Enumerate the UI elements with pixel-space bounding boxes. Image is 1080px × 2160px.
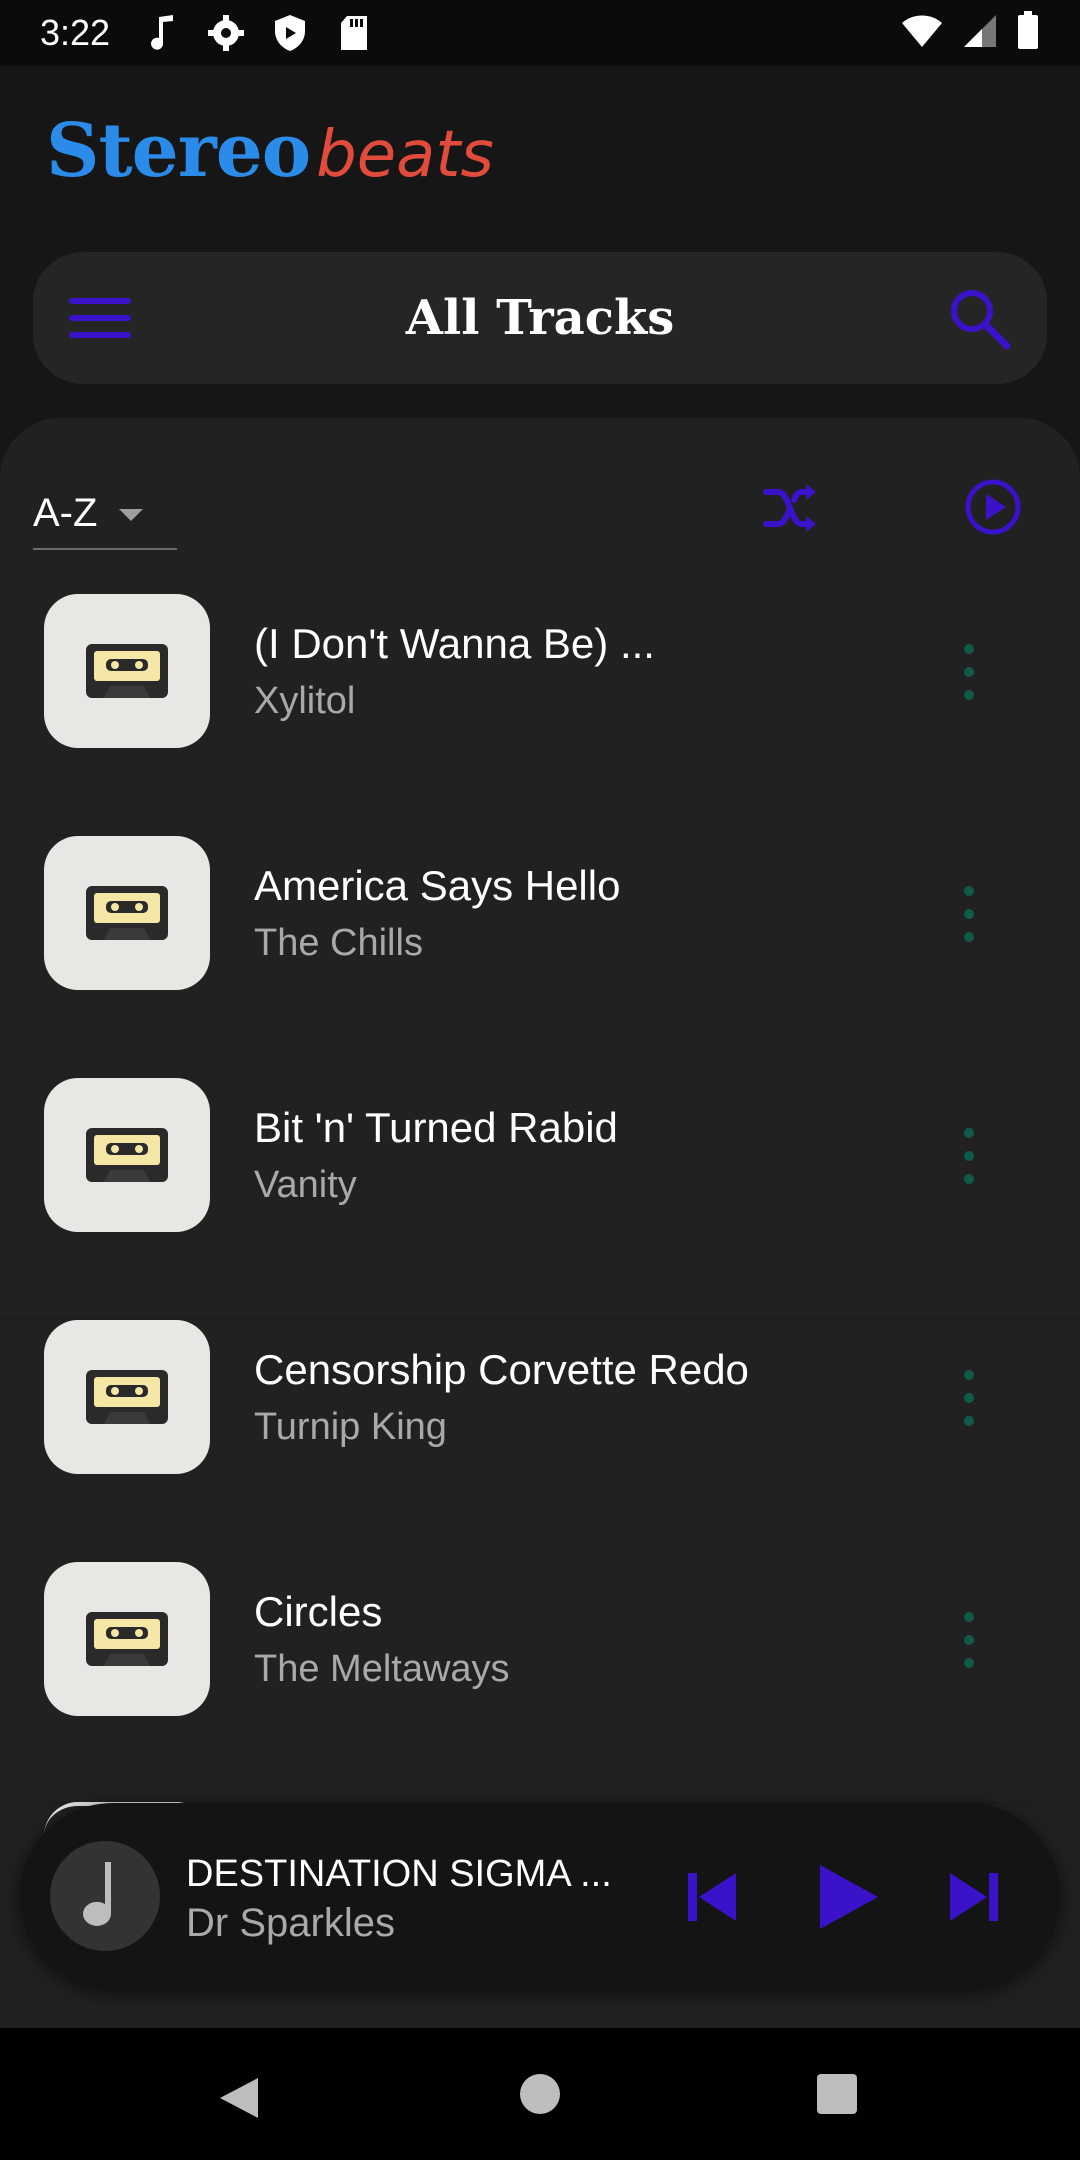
cassette-icon <box>44 1320 210 1474</box>
track-title: (I Don't Wanna Be) ... <box>254 620 655 667</box>
more-options-icon[interactable] <box>954 1128 984 1184</box>
more-options-icon[interactable] <box>954 886 984 942</box>
brand-main: Stereo <box>46 108 311 194</box>
track-artist: Turnip King <box>254 1406 447 1448</box>
cassette-icon <box>44 594 210 748</box>
skip-previous-icon[interactable] <box>680 1865 744 1929</box>
shield-icon <box>268 11 312 55</box>
chevron-down-icon <box>119 509 144 521</box>
cell-signal-icon <box>962 13 998 53</box>
skip-next-icon[interactable] <box>942 1865 1006 1929</box>
sort-dropdown[interactable]: A-Z <box>33 478 177 550</box>
track-artist: Xylitol <box>254 680 356 722</box>
track-artist: The Meltaways <box>254 1648 510 1690</box>
battery-icon <box>1016 11 1040 55</box>
track-title: Bit 'n' Turned Rabid <box>254 1104 618 1151</box>
cassette-icon <box>44 836 210 990</box>
system-nav-bar <box>0 2028 1080 2160</box>
sd-card-icon <box>332 11 376 55</box>
status-right <box>900 11 1040 55</box>
play-all-icon[interactable] <box>962 476 1024 538</box>
track-title: Circles <box>254 1588 383 1635</box>
recents-icon[interactable] <box>817 2074 857 2114</box>
track-artist: Vanity <box>254 1164 357 1206</box>
brand-sub: beats <box>316 118 494 192</box>
more-options-icon[interactable] <box>954 1612 984 1668</box>
back-icon[interactable] <box>216 2074 264 2122</box>
page-title: All Tracks <box>405 290 675 346</box>
status-bar: 3:22 <box>0 0 1080 66</box>
more-options-icon[interactable] <box>954 1370 984 1426</box>
status-time: 3:22 <box>40 12 111 53</box>
cassette-icon <box>44 1562 210 1716</box>
more-options-icon[interactable] <box>954 644 984 700</box>
track-title: America Says Hello <box>254 862 621 909</box>
music-note-icon <box>50 1841 160 1951</box>
track-row[interactable]: America Says Hello The Chills <box>0 836 1080 1078</box>
shuffle-icon[interactable] <box>760 478 820 538</box>
track-artist: The Chills <box>254 922 423 964</box>
app-logo: Stereo beats <box>46 108 494 198</box>
music-note-icon <box>140 11 184 55</box>
track-row[interactable]: (I Don't Wanna Be) ... Xylitol <box>0 594 1080 836</box>
track-row[interactable]: Censorship Corvette Redo Turnip King <box>0 1320 1080 1562</box>
wifi-icon <box>900 13 944 53</box>
home-icon[interactable] <box>520 2074 560 2114</box>
now-playing-title: DESTINATION SIGMA ... <box>186 1853 612 1895</box>
track-title: Censorship Corvette Redo <box>254 1346 749 1393</box>
mini-player[interactable]: DESTINATION SIGMA ... Dr Sparkles <box>20 1803 1060 1989</box>
search-icon[interactable] <box>945 284 1013 352</box>
cassette-icon <box>44 1078 210 1232</box>
gear-icon <box>204 11 248 55</box>
play-icon[interactable] <box>804 1855 888 1939</box>
now-playing-artist: Dr Sparkles <box>186 1901 395 1945</box>
sort-label: A-Z <box>33 490 98 535</box>
track-row[interactable]: Circles The Meltaways <box>0 1562 1080 1804</box>
header-card: All Tracks <box>33 252 1047 384</box>
menu-icon[interactable] <box>69 286 133 350</box>
track-row[interactable]: Bit 'n' Turned Rabid Vanity <box>0 1078 1080 1320</box>
